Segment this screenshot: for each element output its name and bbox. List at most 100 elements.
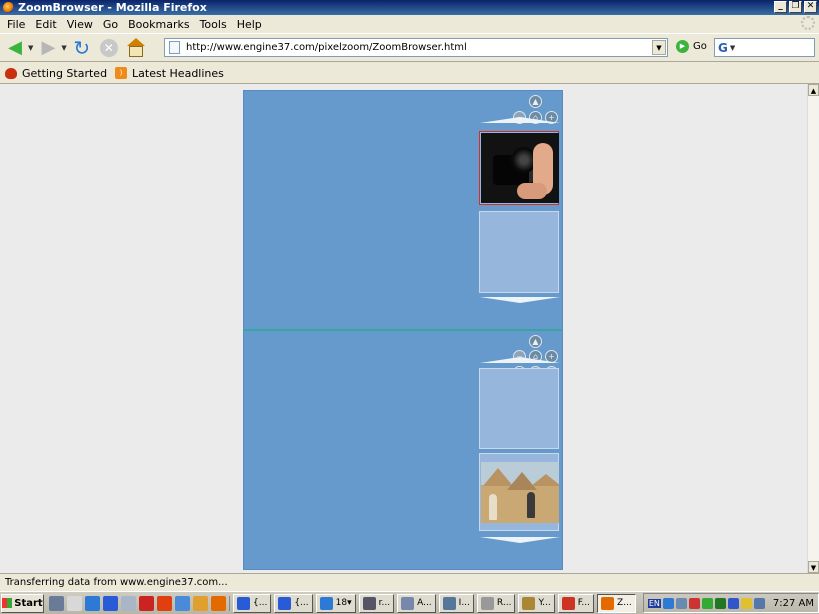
bookmarks-toolbar: Getting Started ) Latest Headlines	[0, 63, 819, 84]
top-panel-scroll-down[interactable]	[480, 297, 560, 304]
taskbar-item[interactable]: I...	[438, 593, 474, 613]
bookmark-getting-started[interactable]: Getting Started	[5, 67, 107, 80]
network-icon[interactable]	[662, 597, 674, 609]
thumbnail-empty[interactable]	[479, 211, 559, 293]
scroll-down-arrow-icon[interactable]: ▼	[808, 561, 819, 573]
start-button[interactable]: Start	[1, 593, 44, 613]
taskbar-item[interactable]: {...	[274, 593, 313, 613]
bookmark-latest-headlines[interactable]: ) Latest Headlines	[115, 67, 224, 80]
app-tray-icon[interactable]	[727, 597, 739, 609]
menu-file[interactable]: File	[2, 18, 30, 31]
app-tray-icon[interactable]	[714, 597, 726, 609]
home-icon	[126, 37, 145, 46]
google-search-icon[interactable]: G	[718, 41, 728, 55]
menu-help[interactable]: Help	[232, 18, 267, 31]
firefox-icon	[3, 2, 14, 13]
stop-button[interactable]: ✕	[99, 38, 118, 57]
thumbnail-empty[interactable]	[479, 368, 559, 449]
menu-edit[interactable]: Edit	[30, 18, 61, 31]
taskbar-item[interactable]: R...	[476, 593, 516, 613]
search-engine-dropdown-icon[interactable]: ▼	[730, 44, 735, 52]
firefox-icon	[601, 596, 615, 610]
go-label: Go	[693, 41, 707, 52]
scroll-up-icon[interactable]: ▲	[529, 95, 542, 108]
status-icon[interactable]	[701, 597, 713, 609]
top-panel-scroll-up[interactable]	[480, 117, 560, 124]
quick-launch-icon[interactable]	[67, 595, 82, 611]
task-icon	[401, 596, 415, 610]
quick-launch-icon[interactable]	[157, 595, 172, 611]
back-arrow-icon: ◀	[8, 37, 22, 58]
back-button[interactable]: ◀	[4, 37, 26, 59]
quick-launch-icon[interactable]	[175, 595, 190, 611]
volume-icon[interactable]	[753, 597, 765, 609]
ladybug-icon	[5, 67, 17, 79]
taskbar-item[interactable]: 18▾	[315, 593, 356, 613]
task-icon	[362, 596, 376, 610]
quick-launch-icon[interactable]	[193, 595, 208, 611]
bookmark-label: Getting Started	[22, 66, 108, 80]
reload-icon: ↻	[73, 35, 91, 60]
task-icon	[319, 596, 333, 610]
search-input[interactable]: G ▼	[714, 38, 815, 57]
forward-history-dropdown-icon[interactable]: ▼	[61, 44, 66, 52]
minimize-button[interactable]: _	[774, 1, 787, 13]
thumbnail-pyramids[interactable]	[479, 453, 559, 531]
quick-launch-icon[interactable]	[121, 595, 136, 611]
language-indicator[interactable]: EN	[647, 598, 661, 608]
taskbar-item[interactable]: F...	[557, 593, 595, 613]
window-titlebar: ZoomBrowser - Mozilla Firefox _ ❐ ✕	[0, 0, 819, 15]
go-arrow-icon: ▶	[676, 40, 689, 53]
scroll-up-arrow-icon[interactable]: ▲	[808, 84, 819, 96]
taskbar-item[interactable]: Y...	[518, 593, 555, 613]
status-text: Transferring data from www.engine37.com.…	[5, 577, 228, 588]
menu-tools[interactable]: Tools	[195, 18, 232, 31]
task-icon	[442, 596, 456, 610]
taskbar-item-active[interactable]: Z...	[597, 593, 636, 613]
menu-bookmarks[interactable]: Bookmarks	[123, 18, 194, 31]
windows-logo-icon	[2, 598, 13, 608]
taskbar-item[interactable]: r...	[358, 593, 395, 613]
vertical-scrollbar[interactable]: ▲ ▼	[807, 84, 819, 573]
url-text: http://www.engine37.com/pixelzoom/ZoomBr…	[186, 42, 467, 53]
url-history-dropdown-icon[interactable]: ▼	[652, 40, 666, 55]
page-icon	[169, 41, 180, 54]
bottom-panel-scroll-down[interactable]	[480, 537, 560, 544]
menubar: File Edit View Go Bookmarks Tools Help	[0, 15, 819, 33]
quick-launch	[49, 595, 230, 611]
scroll-up-icon[interactable]: ▲	[529, 335, 542, 348]
thumbnail-camera[interactable]	[479, 131, 559, 205]
menu-go[interactable]: Go	[98, 18, 123, 31]
reload-button[interactable]: ↻	[71, 35, 93, 60]
home-button[interactable]	[125, 37, 147, 58]
restore-button[interactable]: ❐	[789, 1, 802, 13]
task-icon	[278, 596, 292, 610]
url-bar[interactable]: http://www.engine37.com/pixelzoom/ZoomBr…	[164, 38, 668, 57]
taskbar-item[interactable]: {...	[233, 593, 272, 613]
panel-divider	[243, 329, 563, 331]
quick-launch-icon[interactable]	[139, 595, 154, 611]
throbber-icon	[801, 16, 815, 30]
go-button[interactable]: ▶ Go	[676, 40, 707, 53]
taskbar-item[interactable]: A...	[397, 593, 436, 613]
close-button[interactable]: ✕	[804, 1, 817, 13]
back-history-dropdown-icon[interactable]: ▼	[28, 44, 33, 52]
quick-launch-icon[interactable]	[85, 595, 100, 611]
window-title: ZoomBrowser - Mozilla Firefox	[18, 1, 207, 14]
stop-icon: ✕	[103, 40, 114, 55]
antivirus-icon[interactable]	[688, 597, 700, 609]
quick-launch-icon[interactable]	[211, 595, 226, 611]
system-tray: EN 7:27 AM	[642, 593, 819, 613]
bookmark-label: Latest Headlines	[132, 66, 224, 80]
task-icon	[561, 596, 575, 610]
quick-launch-icon[interactable]	[103, 595, 118, 611]
menu-view[interactable]: View	[62, 18, 98, 31]
window-controls: _ ❐ ✕	[774, 1, 817, 13]
bottom-panel-scroll-up[interactable]	[480, 357, 560, 364]
quick-launch-icon[interactable]	[49, 595, 64, 611]
start-label: Start	[14, 597, 43, 609]
forward-button[interactable]: ▶	[37, 37, 59, 59]
app-tray-icon[interactable]	[740, 597, 752, 609]
monitor-icon[interactable]	[675, 597, 687, 609]
task-icon	[480, 596, 494, 610]
